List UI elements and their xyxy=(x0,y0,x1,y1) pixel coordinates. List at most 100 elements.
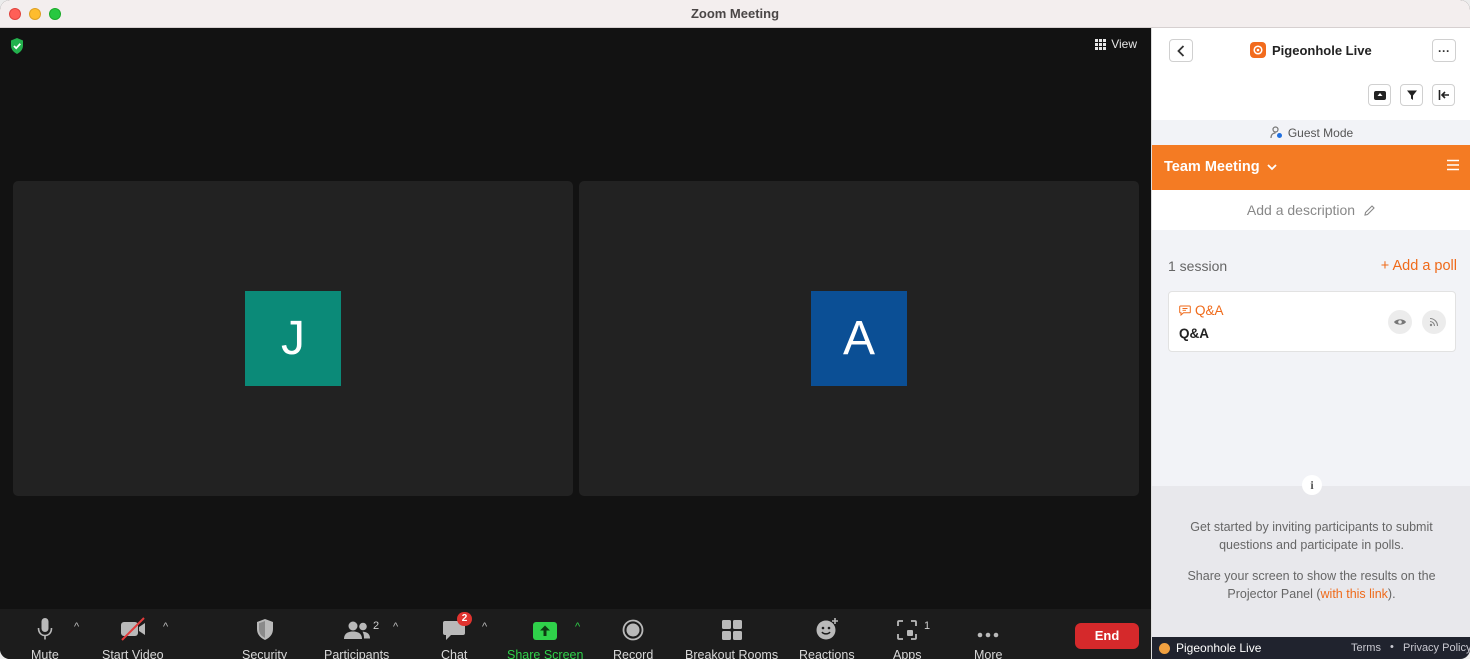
record-icon xyxy=(622,619,644,641)
add-poll-button[interactable]: + Add a poll xyxy=(1381,258,1457,274)
session-name: Q&A xyxy=(1179,326,1209,341)
reactions-smiley-icon xyxy=(816,618,838,640)
panel-more-options-button[interactable]: ··· xyxy=(1432,39,1456,62)
chat-label: Chat xyxy=(441,648,468,659)
pigeonhole-logo-icon xyxy=(1250,42,1266,58)
filter-button[interactable] xyxy=(1400,84,1423,106)
breakout-rooms-button[interactable]: Breakout Rooms xyxy=(685,615,778,659)
apps-icon xyxy=(897,620,918,640)
pigeonhole-side-panel: Pigeonhole Live ··· Guest Mode Team Meet… xyxy=(1151,28,1470,659)
reactions-button[interactable]: Reactions xyxy=(799,615,855,659)
security-label: Security xyxy=(242,648,288,659)
event-title-dropdown[interactable]: Team Meeting xyxy=(1164,159,1260,175)
privacy-policy-link[interactable]: Privacy Policy xyxy=(1403,642,1470,654)
pigeonhole-footer-logo-icon xyxy=(1159,643,1170,654)
apps-button[interactable]: Apps xyxy=(893,615,922,659)
session-feed-button[interactable] xyxy=(1422,310,1446,334)
sessions-count: 1 session xyxy=(1168,258,1228,274)
more-button[interactable]: More xyxy=(974,615,1002,659)
filter-icon xyxy=(1406,90,1417,100)
avatar: A xyxy=(811,291,907,386)
start-video-label: Start Video xyxy=(102,648,164,659)
chevron-down-icon[interactable] xyxy=(1266,160,1278,176)
share-screen-label: Share Screen xyxy=(507,648,584,659)
share-screen-arrow-icon xyxy=(533,622,558,640)
view-label: View xyxy=(1111,37,1137,51)
audio-options-chevron-icon[interactable]: ^ xyxy=(74,621,79,633)
participants-options-chevron-icon[interactable]: ^ xyxy=(393,621,398,633)
info-text-share-suffix: ). xyxy=(1387,587,1396,601)
meeting-toolbar: Mute ^ Start Video ^ Security Participan… xyxy=(0,609,1151,659)
video-options-chevron-icon[interactable]: ^ xyxy=(163,621,168,633)
share-options-chevron-icon[interactable]: ^ xyxy=(575,621,580,633)
session-card[interactable]: Q&A Q&A xyxy=(1168,291,1456,352)
info-text-invite: Get started by inviting participants to … xyxy=(1190,520,1433,552)
avatar: J xyxy=(245,291,341,386)
session-type-label: Q&A xyxy=(1195,303,1224,318)
mute-button[interactable]: Mute xyxy=(31,615,59,659)
info-text-share: Share your screen to show the results on… xyxy=(1172,567,1451,603)
hamburger-menu-icon[interactable] xyxy=(1447,159,1459,171)
projector-button[interactable] xyxy=(1368,84,1391,106)
participant-tile[interactable]: J xyxy=(13,181,573,496)
getting-started-info: i Get started by inviting participants t… xyxy=(1152,475,1470,637)
security-button[interactable]: Security xyxy=(242,615,287,659)
participant-tile[interactable]: A xyxy=(579,181,1139,496)
add-description-label: Add a description xyxy=(1246,202,1356,218)
breakout-rooms-label: Breakout Rooms xyxy=(685,648,779,659)
panel-header: Pigeonhole Live ··· xyxy=(1152,28,1470,120)
microphone-icon xyxy=(37,618,53,640)
event-header: Team Meeting xyxy=(1152,145,1470,190)
qa-bubble-icon xyxy=(1179,305,1191,316)
window-title: Zoom Meeting xyxy=(690,6,780,21)
video-off-icon xyxy=(120,617,145,641)
share-screen-button[interactable]: Share Screen xyxy=(507,615,583,659)
sessions-section: 1 session + Add a poll Q&A Q&A xyxy=(1152,230,1470,486)
more-dots-icon xyxy=(977,632,999,638)
apps-count: 1 xyxy=(924,620,931,632)
reactions-label: Reactions xyxy=(799,648,855,659)
pencil-icon xyxy=(1364,204,1375,216)
record-label: Record xyxy=(613,648,654,659)
app-title: Pigeonhole Live xyxy=(1272,43,1372,58)
encryption-shield-icon[interactable] xyxy=(10,38,24,54)
zoom-window: Zoom Meeting View J A Mute ^ Start Video… xyxy=(0,0,1470,659)
title-bar: Zoom Meeting xyxy=(0,0,1470,28)
terms-link[interactable]: Terms xyxy=(1351,642,1381,654)
security-shield-icon xyxy=(256,619,273,640)
rss-feed-icon xyxy=(1429,317,1439,327)
footer-brand[interactable]: Pigeonhole Live xyxy=(1176,641,1261,655)
end-meeting-button[interactable]: End xyxy=(1075,623,1139,649)
footer-separator: • xyxy=(1390,641,1394,653)
view-button[interactable]: View xyxy=(1095,37,1137,51)
participants-label: Participants xyxy=(324,648,390,659)
more-label: More xyxy=(974,648,1003,659)
record-button[interactable]: Record xyxy=(613,615,653,659)
add-description-link[interactable]: Add a description xyxy=(1152,190,1470,230)
info-text-share-prefix: Share your screen to show the results on… xyxy=(1187,569,1436,601)
breakout-rooms-grid-icon xyxy=(721,620,742,640)
guest-mode-bar: Guest Mode xyxy=(1152,120,1470,145)
participants-icon xyxy=(343,621,370,639)
mute-label: Mute xyxy=(31,648,59,659)
guest-mode-label: Guest Mode xyxy=(1287,125,1354,140)
chat-unread-badge: 2 xyxy=(457,612,472,626)
session-type: Q&A xyxy=(1179,303,1224,318)
participants-button[interactable]: Participants xyxy=(324,615,389,659)
eye-icon xyxy=(1394,319,1406,325)
info-icon: i xyxy=(1302,475,1322,495)
panel-footer: Pigeonhole Live Terms • Privacy Policy xyxy=(1152,637,1470,659)
chat-options-chevron-icon[interactable]: ^ xyxy=(482,621,487,633)
projector-icon xyxy=(1373,91,1386,100)
guest-user-icon xyxy=(1270,126,1282,139)
apps-label: Apps xyxy=(893,648,922,659)
show-on-projector-button[interactable] xyxy=(1388,310,1412,334)
collapse-panel-button[interactable] xyxy=(1432,84,1455,106)
start-video-button[interactable]: Start Video xyxy=(102,615,164,659)
grid-icon xyxy=(1095,38,1107,50)
back-button[interactable] xyxy=(1169,39,1193,62)
projector-link[interactable]: with this link xyxy=(1321,587,1388,601)
meeting-stage: View J A xyxy=(0,28,1151,609)
chevron-left-icon xyxy=(1177,44,1185,57)
collapse-left-icon xyxy=(1438,90,1449,100)
